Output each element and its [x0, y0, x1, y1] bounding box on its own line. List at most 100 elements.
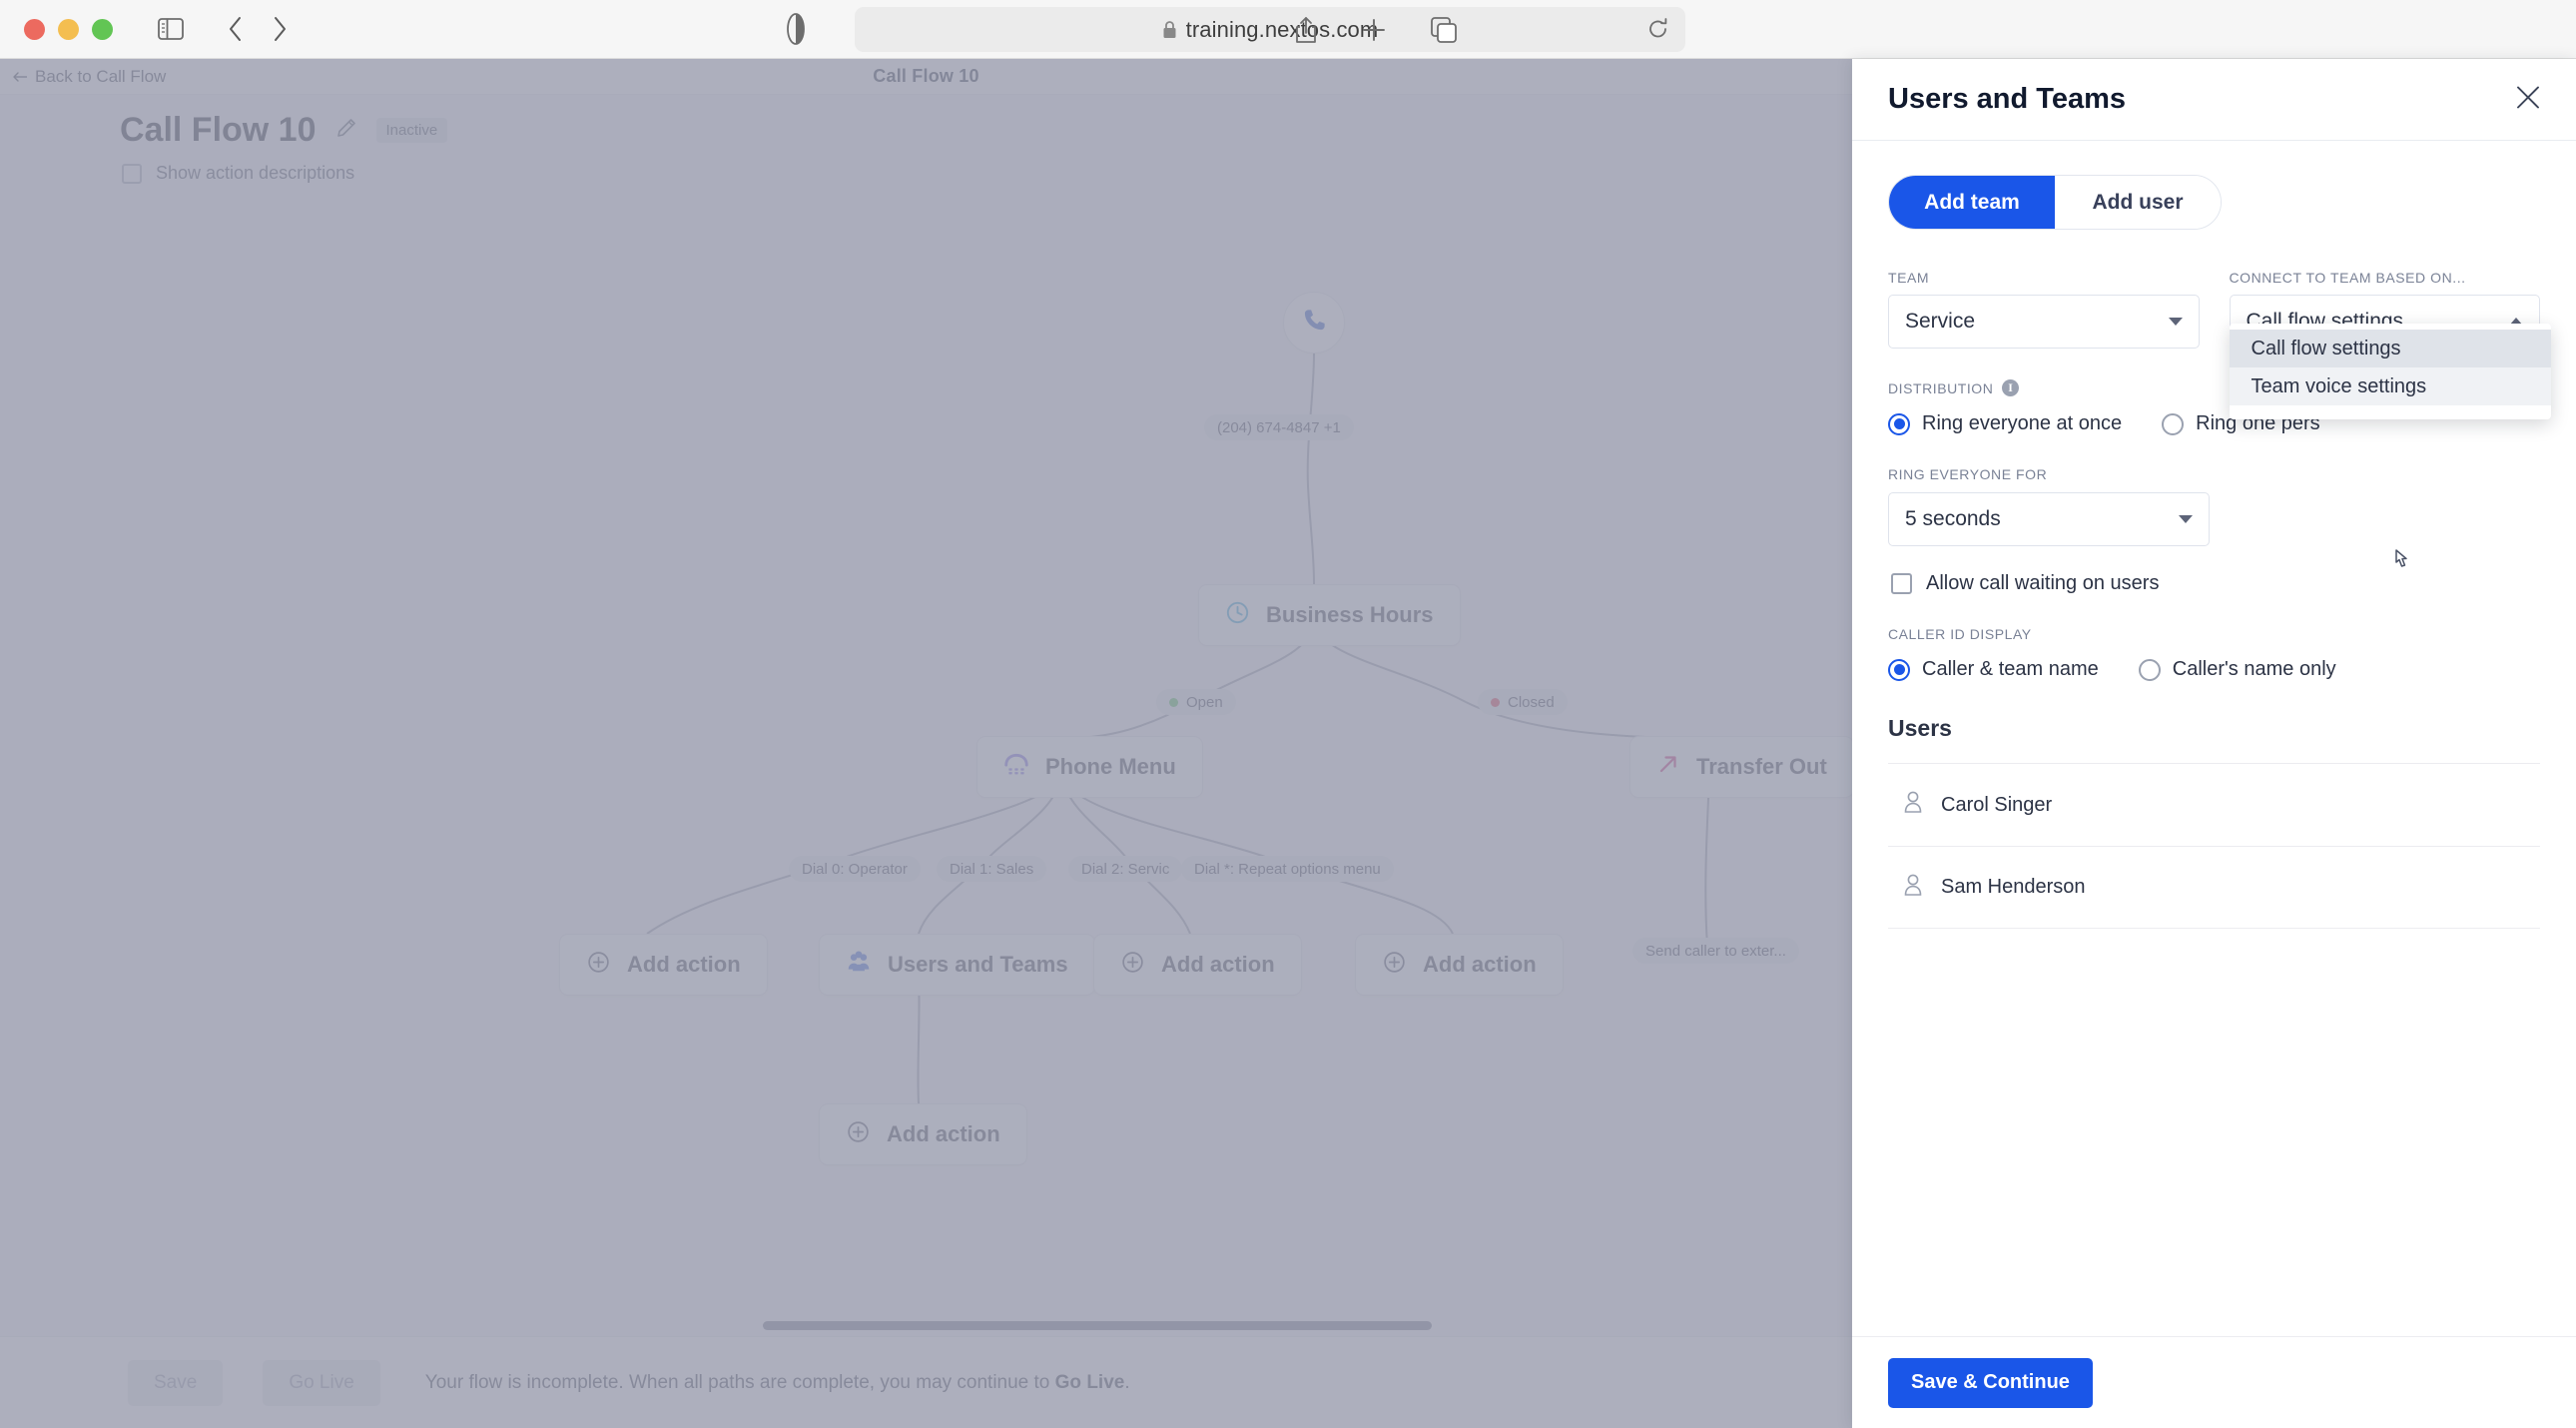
team-select[interactable]: Service	[1888, 295, 2200, 349]
flow-node-add-action-4[interactable]: Add action	[819, 1103, 1027, 1165]
distribution-label: DISTRIBUTION	[1888, 379, 1994, 396]
dropdown-option-call-flow-settings[interactable]: Call flow settings	[2229, 330, 2551, 367]
flow-node-phone-menu[interactable]: Phone Menu	[976, 736, 1203, 798]
flow-node-label: Phone Menu	[1045, 754, 1176, 779]
back-arrow-icon[interactable]	[228, 16, 244, 42]
info-icon[interactable]: i	[2002, 379, 2020, 396]
allow-call-waiting-row[interactable]: Allow call waiting on users	[1888, 572, 2540, 595]
flow-node-add-action-1[interactable]: Add action	[559, 934, 768, 996]
show-action-descriptions-checkbox[interactable]	[122, 163, 142, 184]
flow-pill-label: Dial 1: Sales	[950, 860, 1034, 878]
users-and-teams-panel: Users and Teams Add team Add user TEAM S…	[1852, 59, 2576, 1428]
flow-pill-send-external: Send caller to exter...	[1632, 938, 1799, 964]
plus-circle-icon	[1382, 950, 1407, 981]
lock-icon	[1162, 20, 1177, 39]
reader-view-icon[interactable]	[786, 12, 806, 46]
ring-everyone-for-label: RING EVERYONE FOR	[1888, 466, 2048, 482]
team-select-value: Service	[1905, 310, 1976, 333]
maximize-window-button[interactable]	[92, 18, 113, 40]
nav-buttons	[228, 16, 288, 42]
flow-node-transfer-out[interactable]: Transfer Out	[1629, 736, 1854, 798]
save-and-continue-button[interactable]: Save & Continue	[1888, 1357, 2093, 1408]
flow-node-label: Add action	[627, 952, 741, 977]
plus-circle-icon	[586, 950, 611, 981]
allow-call-waiting-checkbox[interactable]	[1891, 573, 1912, 594]
caller-id-display-label: CALLER ID DISPLAY	[1888, 626, 2032, 642]
app-body: Back to Call Flow Call Flow 10 Call Flow…	[0, 59, 2576, 1428]
tab-add-team[interactable]: Add team	[1889, 176, 2055, 229]
panel-header: Users and Teams	[1852, 59, 2576, 141]
flow-node-add-action-3[interactable]: Add action	[1355, 934, 1564, 996]
team-label: TEAM	[1888, 270, 1930, 286]
ring-for-label-row: RING EVERYONE FOR	[1888, 466, 2540, 482]
flow-incomplete-note: Your flow is incomplete. When all paths …	[425, 1372, 1130, 1394]
go-live-button[interactable]: Go Live	[263, 1359, 380, 1406]
panel-body: Add team Add user TEAM Service CONNECT T…	[1852, 141, 2576, 1336]
user-name: Sam Henderson	[1941, 876, 2086, 898]
radio-caller-and-team-name[interactable]	[1888, 658, 1910, 681]
flow-pill-dial-star: Dial *: Repeat options menu	[1181, 856, 1394, 882]
save-button[interactable]: Save	[128, 1359, 224, 1406]
status-badge: Inactive	[375, 118, 448, 143]
flow-pill-dial-1: Dial 1: Sales	[937, 856, 1047, 882]
app-root: training.nextos.com Back to Call Flow Ca…	[0, 0, 2576, 1428]
radio-callers-name-only[interactable]	[2138, 658, 2161, 681]
sidebar-toggle-icon[interactable]	[158, 18, 184, 40]
allow-call-waiting-label: Allow call waiting on users	[1926, 572, 2160, 594]
call-flow-canvas[interactable]: (204) 674-4847 +1 Business Hours Open Cl…	[0, 187, 1854, 1375]
flow-pill-label: Dial 2: Servic	[1081, 860, 1170, 878]
flow-pill-label: Dial 0: Operator	[802, 860, 908, 878]
flow-node-add-action-2[interactable]: Add action	[1093, 934, 1302, 996]
radio-caller-and-team-name-label: Caller & team name	[1922, 658, 2099, 680]
caller-id-label-row: CALLER ID DISPLAY	[1888, 626, 2540, 642]
ring-everyone-for-select[interactable]: 5 seconds	[1888, 492, 2210, 546]
flow-pill-dial-2: Dial 2: Servic	[1068, 856, 1183, 882]
phone-menu-icon	[1003, 751, 1029, 783]
connect-field: CONNECT TO TEAM BASED ON... Call flow se…	[2229, 270, 2551, 419]
phone-icon	[1301, 307, 1328, 340]
subheader-title: Call Flow 10	[873, 66, 979, 86]
team-connect-row: TEAM Service CONNECT TO TEAM BASED ON...…	[1888, 270, 2551, 419]
connect-dropdown-menu: Call flow settings Team voice settings	[2229, 324, 2551, 419]
users-teams-icon	[846, 949, 872, 981]
show-action-descriptions-row[interactable]: Show action descriptions	[122, 163, 354, 184]
radio-ring-everyone[interactable]	[1888, 412, 1910, 435]
plus-circle-icon	[846, 1119, 871, 1150]
flow-node-business-hours[interactable]: Business Hours	[1198, 584, 1461, 646]
panel-title: Users and Teams	[1888, 83, 2127, 115]
dropdown-option-team-voice-settings[interactable]: Team voice settings	[2229, 367, 2551, 405]
users-heading: Users	[1888, 715, 1952, 741]
canvas-horizontal-scrollbar[interactable]	[124, 1319, 1801, 1332]
list-item[interactable]: Sam Henderson	[1888, 846, 2540, 929]
tab-overview-icon[interactable]	[1430, 16, 1458, 44]
flow-header: Call Flow 10 Inactive Show action descri…	[0, 95, 1852, 187]
arrow-up-right-icon	[1656, 752, 1680, 782]
chevron-down-icon	[2179, 515, 2193, 523]
flow-title-row: Call Flow 10 Inactive	[120, 111, 448, 150]
radio-ring-one-person[interactable]	[2162, 412, 2185, 435]
connect-label: CONNECT TO TEAM BASED ON...	[2229, 270, 2466, 286]
pencil-icon[interactable]	[334, 116, 358, 145]
flow-node-label: Add action	[1161, 952, 1275, 977]
share-icon[interactable]	[1294, 16, 1318, 44]
tab-add-user[interactable]: Add user	[2055, 176, 2221, 229]
browser-toolbar: training.nextos.com	[0, 0, 2576, 59]
close-window-button[interactable]	[24, 18, 45, 40]
close-icon[interactable]	[2514, 83, 2542, 116]
flow-node-start[interactable]	[1283, 292, 1345, 354]
flow-node-label: Add action	[887, 1121, 1000, 1146]
add-mode-segmented-control: Add team Add user	[1888, 175, 2222, 230]
minimize-window-button[interactable]	[58, 18, 79, 40]
list-item[interactable]: Carol Singer	[1888, 763, 2540, 846]
flow-pill-closed: Closed	[1478, 689, 1568, 715]
browser-right-icons	[1294, 0, 2576, 59]
flow-pill-label: Open	[1186, 693, 1223, 711]
flow-node-users-and-teams[interactable]: Users and Teams	[819, 934, 1095, 996]
show-action-descriptions-label: Show action descriptions	[156, 163, 355, 183]
team-field: TEAM Service	[1888, 270, 2200, 349]
scrollbar-thumb[interactable]	[763, 1321, 1432, 1330]
plus-icon[interactable]	[1361, 17, 1387, 43]
forward-arrow-icon[interactable]	[272, 16, 288, 42]
user-name: Carol Singer	[1941, 793, 2053, 816]
panel-footer: Save & Continue	[1852, 1336, 2576, 1428]
